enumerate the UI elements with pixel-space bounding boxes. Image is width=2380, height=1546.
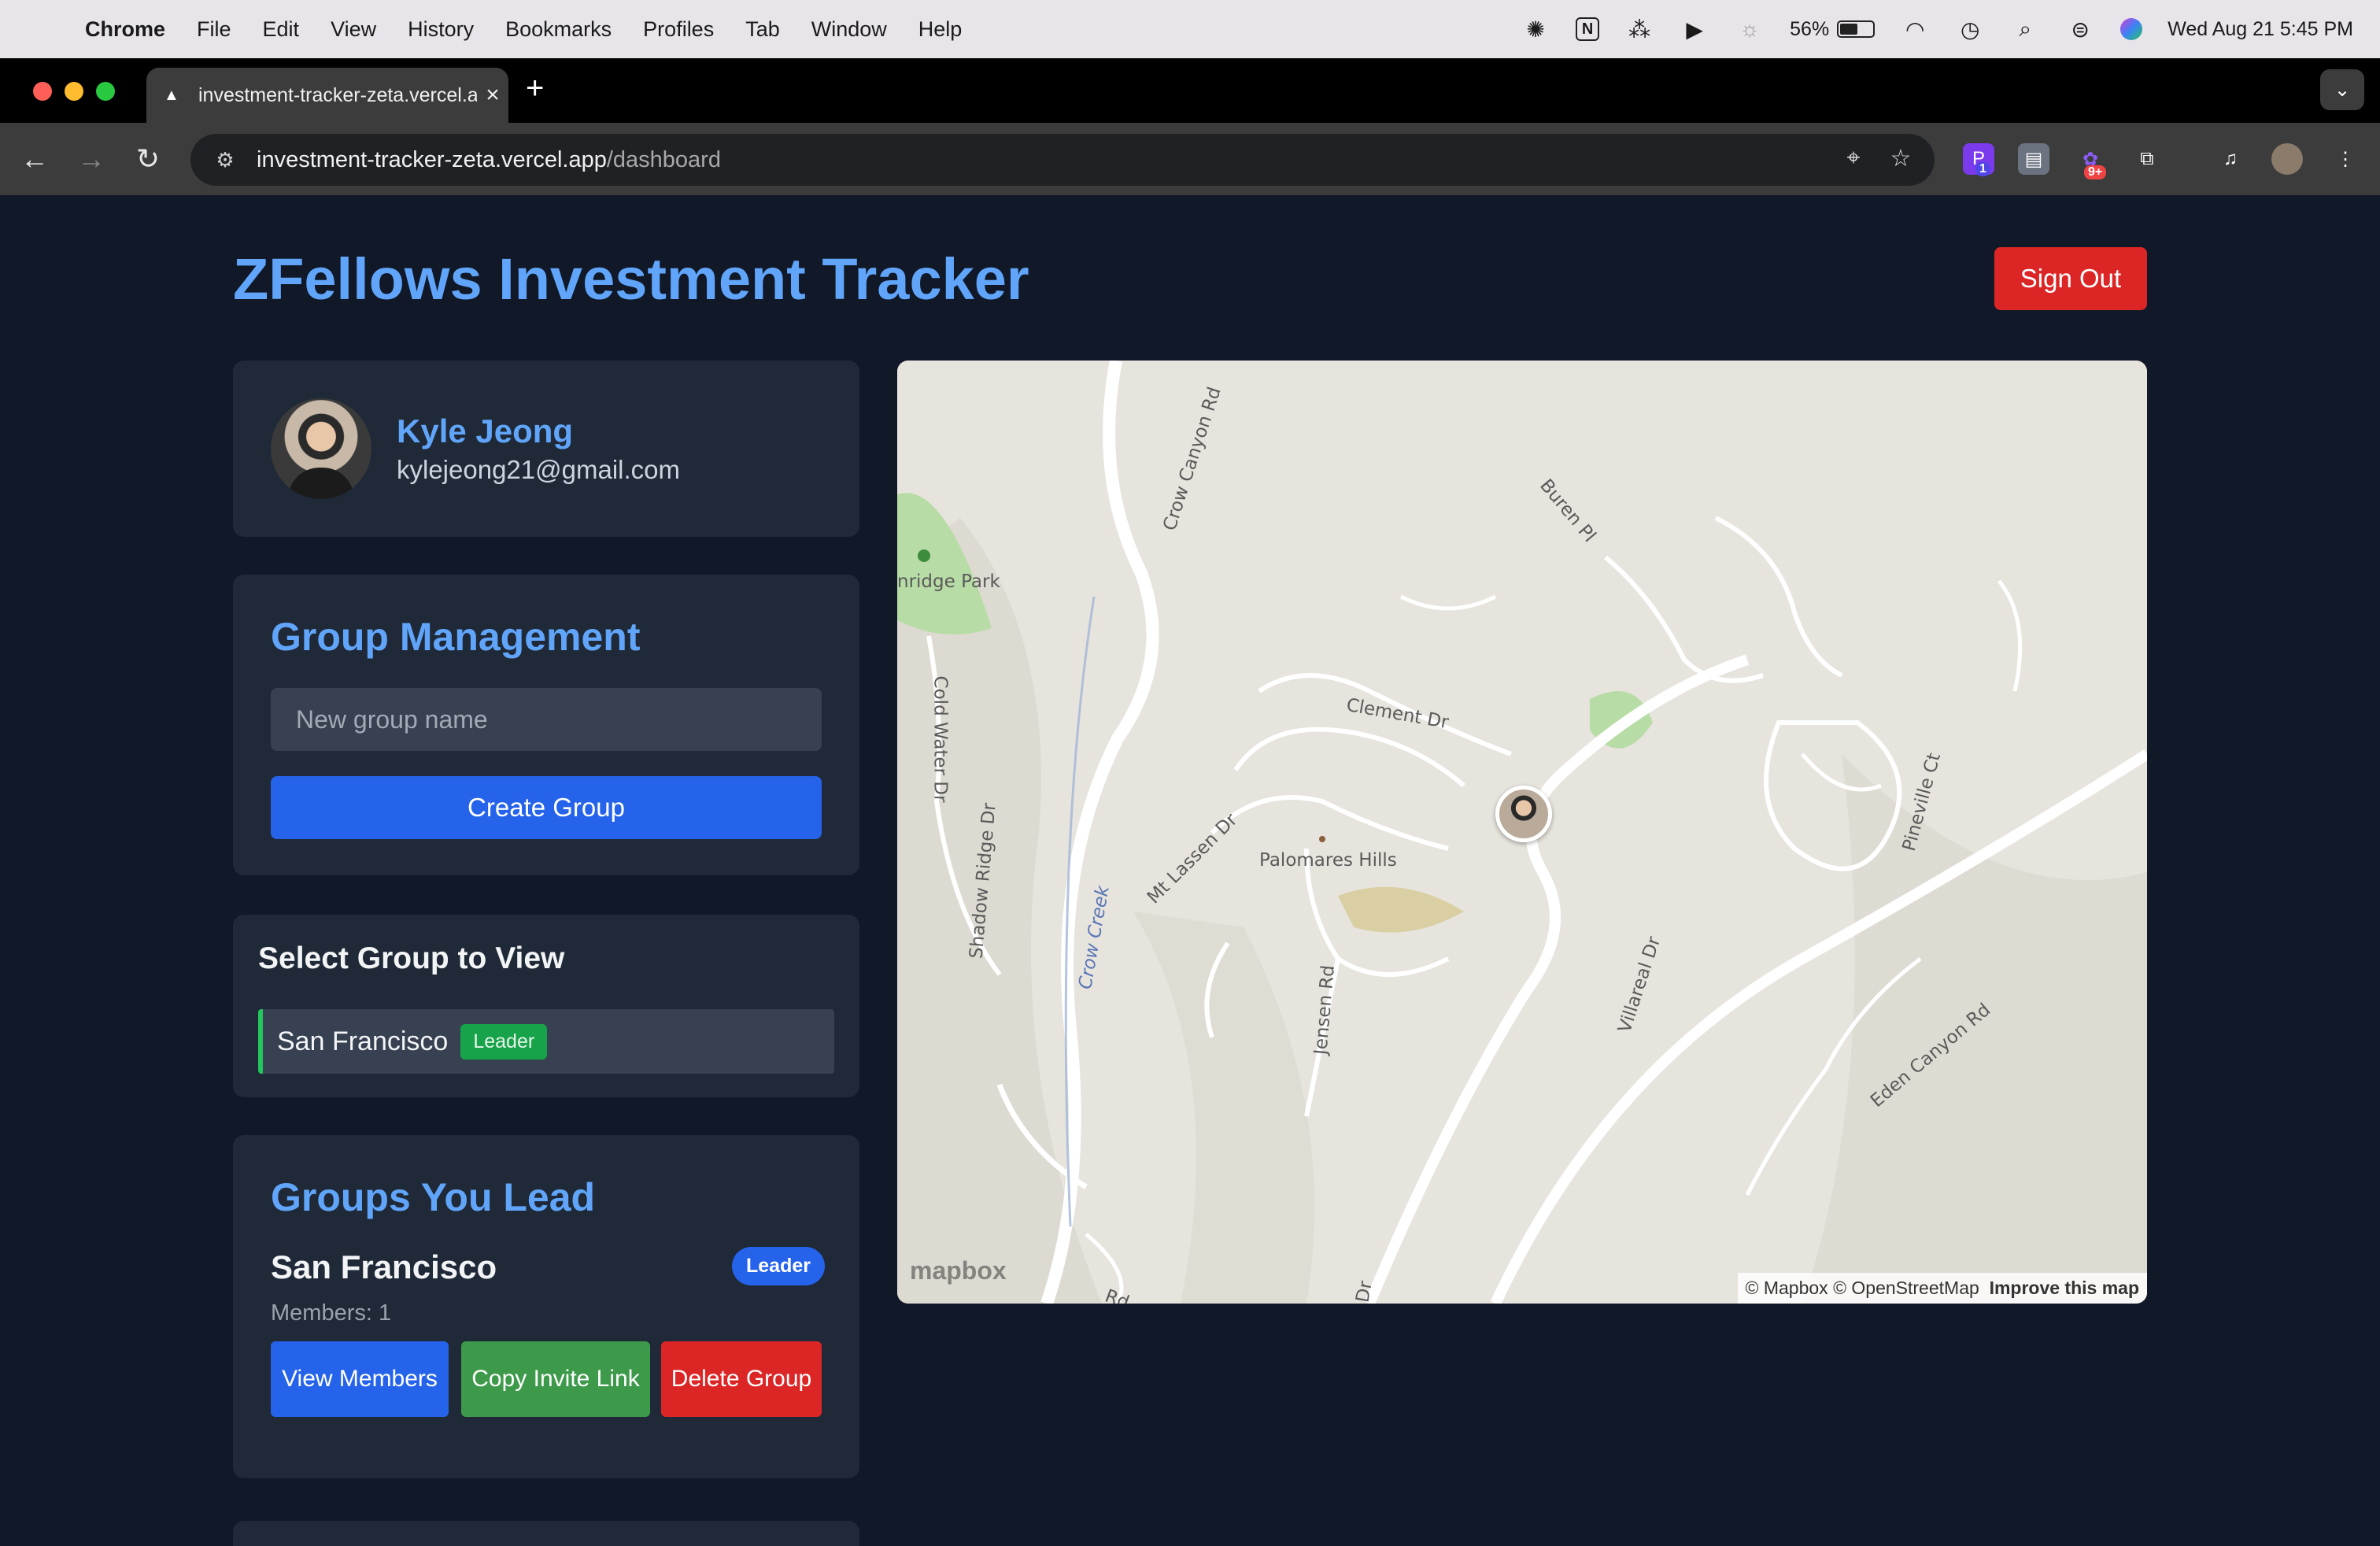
extension-badge-count-2: 9+ [2084, 165, 2107, 179]
menu-profiles[interactable]: Profiles [643, 17, 714, 42]
map-label-cold-water-dr: Cold Water Dr [929, 675, 951, 803]
search-icon[interactable]: ⌕ [2010, 14, 2040, 44]
leader-badge: Leader [460, 1023, 548, 1060]
minimize-window-icon[interactable] [65, 82, 83, 101]
bookmark-star-icon[interactable]: ☆ [1886, 145, 1916, 175]
menu-file[interactable]: File [197, 17, 231, 42]
group-management-card: Group Management Create Group [233, 575, 859, 875]
copy-invite-link-button[interactable]: Copy Invite Link [461, 1341, 650, 1417]
brightness-icon[interactable]: ☼ [1735, 14, 1765, 44]
sign-out-button[interactable]: Sign Out [1994, 247, 2147, 310]
group-management-title: Group Management [271, 615, 641, 659]
menu-help[interactable]: Help [918, 17, 963, 42]
profile-avatar-icon[interactable] [2271, 143, 2303, 175]
menu-view[interactable]: View [331, 17, 376, 42]
member-count: Members: 1 [271, 1300, 392, 1326]
map-label-dr-bottom: Dr [1352, 1279, 1377, 1304]
zoom-window-icon[interactable] [96, 82, 115, 101]
map-view[interactable]: nridge Park Crow Canyon Rd Buren Pl Clem… [897, 361, 2147, 1304]
mapbox-logo[interactable]: mapbox [910, 1256, 1007, 1285]
chrome-toolbar: ← → ↻ ⚙ investment-tracker-zeta.vercel.a… [0, 123, 2380, 195]
profile-card: Kyle Jeong kylejeong21@gmail.com [233, 361, 859, 537]
airpods-icon[interactable]: ⁂ [1624, 14, 1654, 44]
view-members-button[interactable]: View Members [271, 1341, 449, 1417]
leader-badge: Leader [732, 1247, 825, 1285]
wifi-icon[interactable]: ◠ [1900, 14, 1930, 44]
close-tab-icon[interactable]: × [477, 82, 508, 109]
control-center-icon[interactable]: ⊜ [2065, 14, 2095, 44]
create-group-button[interactable]: Create Group [271, 776, 822, 839]
user-location-marker[interactable] [1495, 786, 1552, 842]
close-window-icon[interactable] [33, 82, 52, 101]
time-machine-icon[interactable]: ◷ [1955, 14, 1985, 44]
menu-edit[interactable]: Edit [263, 17, 300, 42]
delete-group-button[interactable]: Delete Group [661, 1341, 822, 1417]
menu-history[interactable]: History [408, 17, 474, 42]
page-title: ZFellows Investment Tracker [233, 246, 1029, 312]
next-card [233, 1521, 859, 1546]
extensions-puzzle-icon[interactable]: ⧉ [2131, 143, 2163, 175]
chrome-menu-icon[interactable]: ⋮ [2330, 143, 2361, 175]
map-attribution: © Mapbox © OpenStreetMap Improve this ma… [1737, 1273, 2147, 1304]
improve-map-link[interactable]: Improve this map [1990, 1278, 2139, 1298]
media-control-icon[interactable]: ♫ [2215, 143, 2246, 175]
battery-percent: 56% [1790, 17, 1830, 40]
select-group-title: Select Group to View [258, 941, 565, 975]
menu-bookmarks[interactable]: Bookmarks [505, 17, 612, 42]
browser-tab[interactable]: ▲ investment-tracker-zeta.vercel.app × [146, 68, 508, 123]
group-option-name: San Francisco [277, 1026, 449, 1056]
reload-icon[interactable]: ↻ [120, 131, 176, 187]
site-info-icon[interactable]: ⚙ [201, 148, 249, 172]
address-bar[interactable]: ⚙ investment-tracker-zeta.vercel.app/das… [190, 134, 1935, 186]
led-group-name: San Francisco [271, 1248, 497, 1285]
menu-clock[interactable]: Wed Aug 21 5:45 PM [2168, 18, 2353, 41]
battery-icon[interactable] [1837, 20, 1876, 38]
menu-window[interactable]: Window [811, 17, 887, 42]
user-email: kylejeong21@gmail.com [397, 455, 681, 484]
new-tab-icon[interactable]: + [526, 71, 544, 106]
siri-icon[interactable] [2120, 18, 2143, 40]
group-option-san-francisco[interactable]: San Francisco Leader [258, 1009, 834, 1074]
avatar [271, 398, 371, 499]
tab-search-chevron-icon[interactable]: ⌄ [2320, 69, 2364, 110]
new-group-name-input[interactable] [271, 688, 822, 751]
forward-icon[interactable]: → [63, 131, 120, 187]
menu-app-name[interactable]: Chrome [85, 17, 165, 42]
select-group-card: Select Group to View San Francisco Leade… [233, 915, 859, 1097]
notion-icon[interactable]: N [1576, 17, 1600, 41]
location-pin-icon[interactable]: ⌖ [1839, 145, 1868, 175]
groups-you-lead-card: Groups You Lead San Francisco Leader Mem… [233, 1135, 859, 1478]
tab-title: investment-tracker-zeta.vercel.app [198, 83, 477, 106]
map-label-palomares-hills: Palomares Hills [1259, 850, 1397, 871]
macos-menu-bar: Chrome File Edit View History Bookmarks … [0, 0, 2380, 58]
play-icon[interactable]: ▶ [1680, 14, 1709, 44]
attribution-text[interactable]: © Mapbox © OpenStreetMap [1746, 1278, 1979, 1298]
groups-you-lead-title: Groups You Lead [271, 1175, 596, 1219]
menu-tab[interactable]: Tab [745, 17, 780, 42]
vercel-favicon-icon: ▲ [164, 87, 179, 104]
user-name: Kyle Jeong [397, 412, 574, 449]
extension-badge-count: 1 [1975, 162, 1990, 176]
url-path: /dashboard [606, 146, 721, 172]
chrome-tab-strip: ▲ investment-tracker-zeta.vercel.app × +… [0, 58, 2380, 123]
dashboard-page: ZFellows Investment Tracker Sign Out Kyl… [0, 195, 2380, 1546]
url-host: investment-tracker-zeta.vercel.app [257, 146, 607, 172]
back-icon[interactable]: ← [6, 131, 63, 187]
aperture-icon[interactable]: ✺ [1521, 14, 1550, 44]
map-label-park: nridge Park [897, 571, 1000, 592]
extension-notes-icon[interactable]: ▤ [2018, 143, 2049, 175]
